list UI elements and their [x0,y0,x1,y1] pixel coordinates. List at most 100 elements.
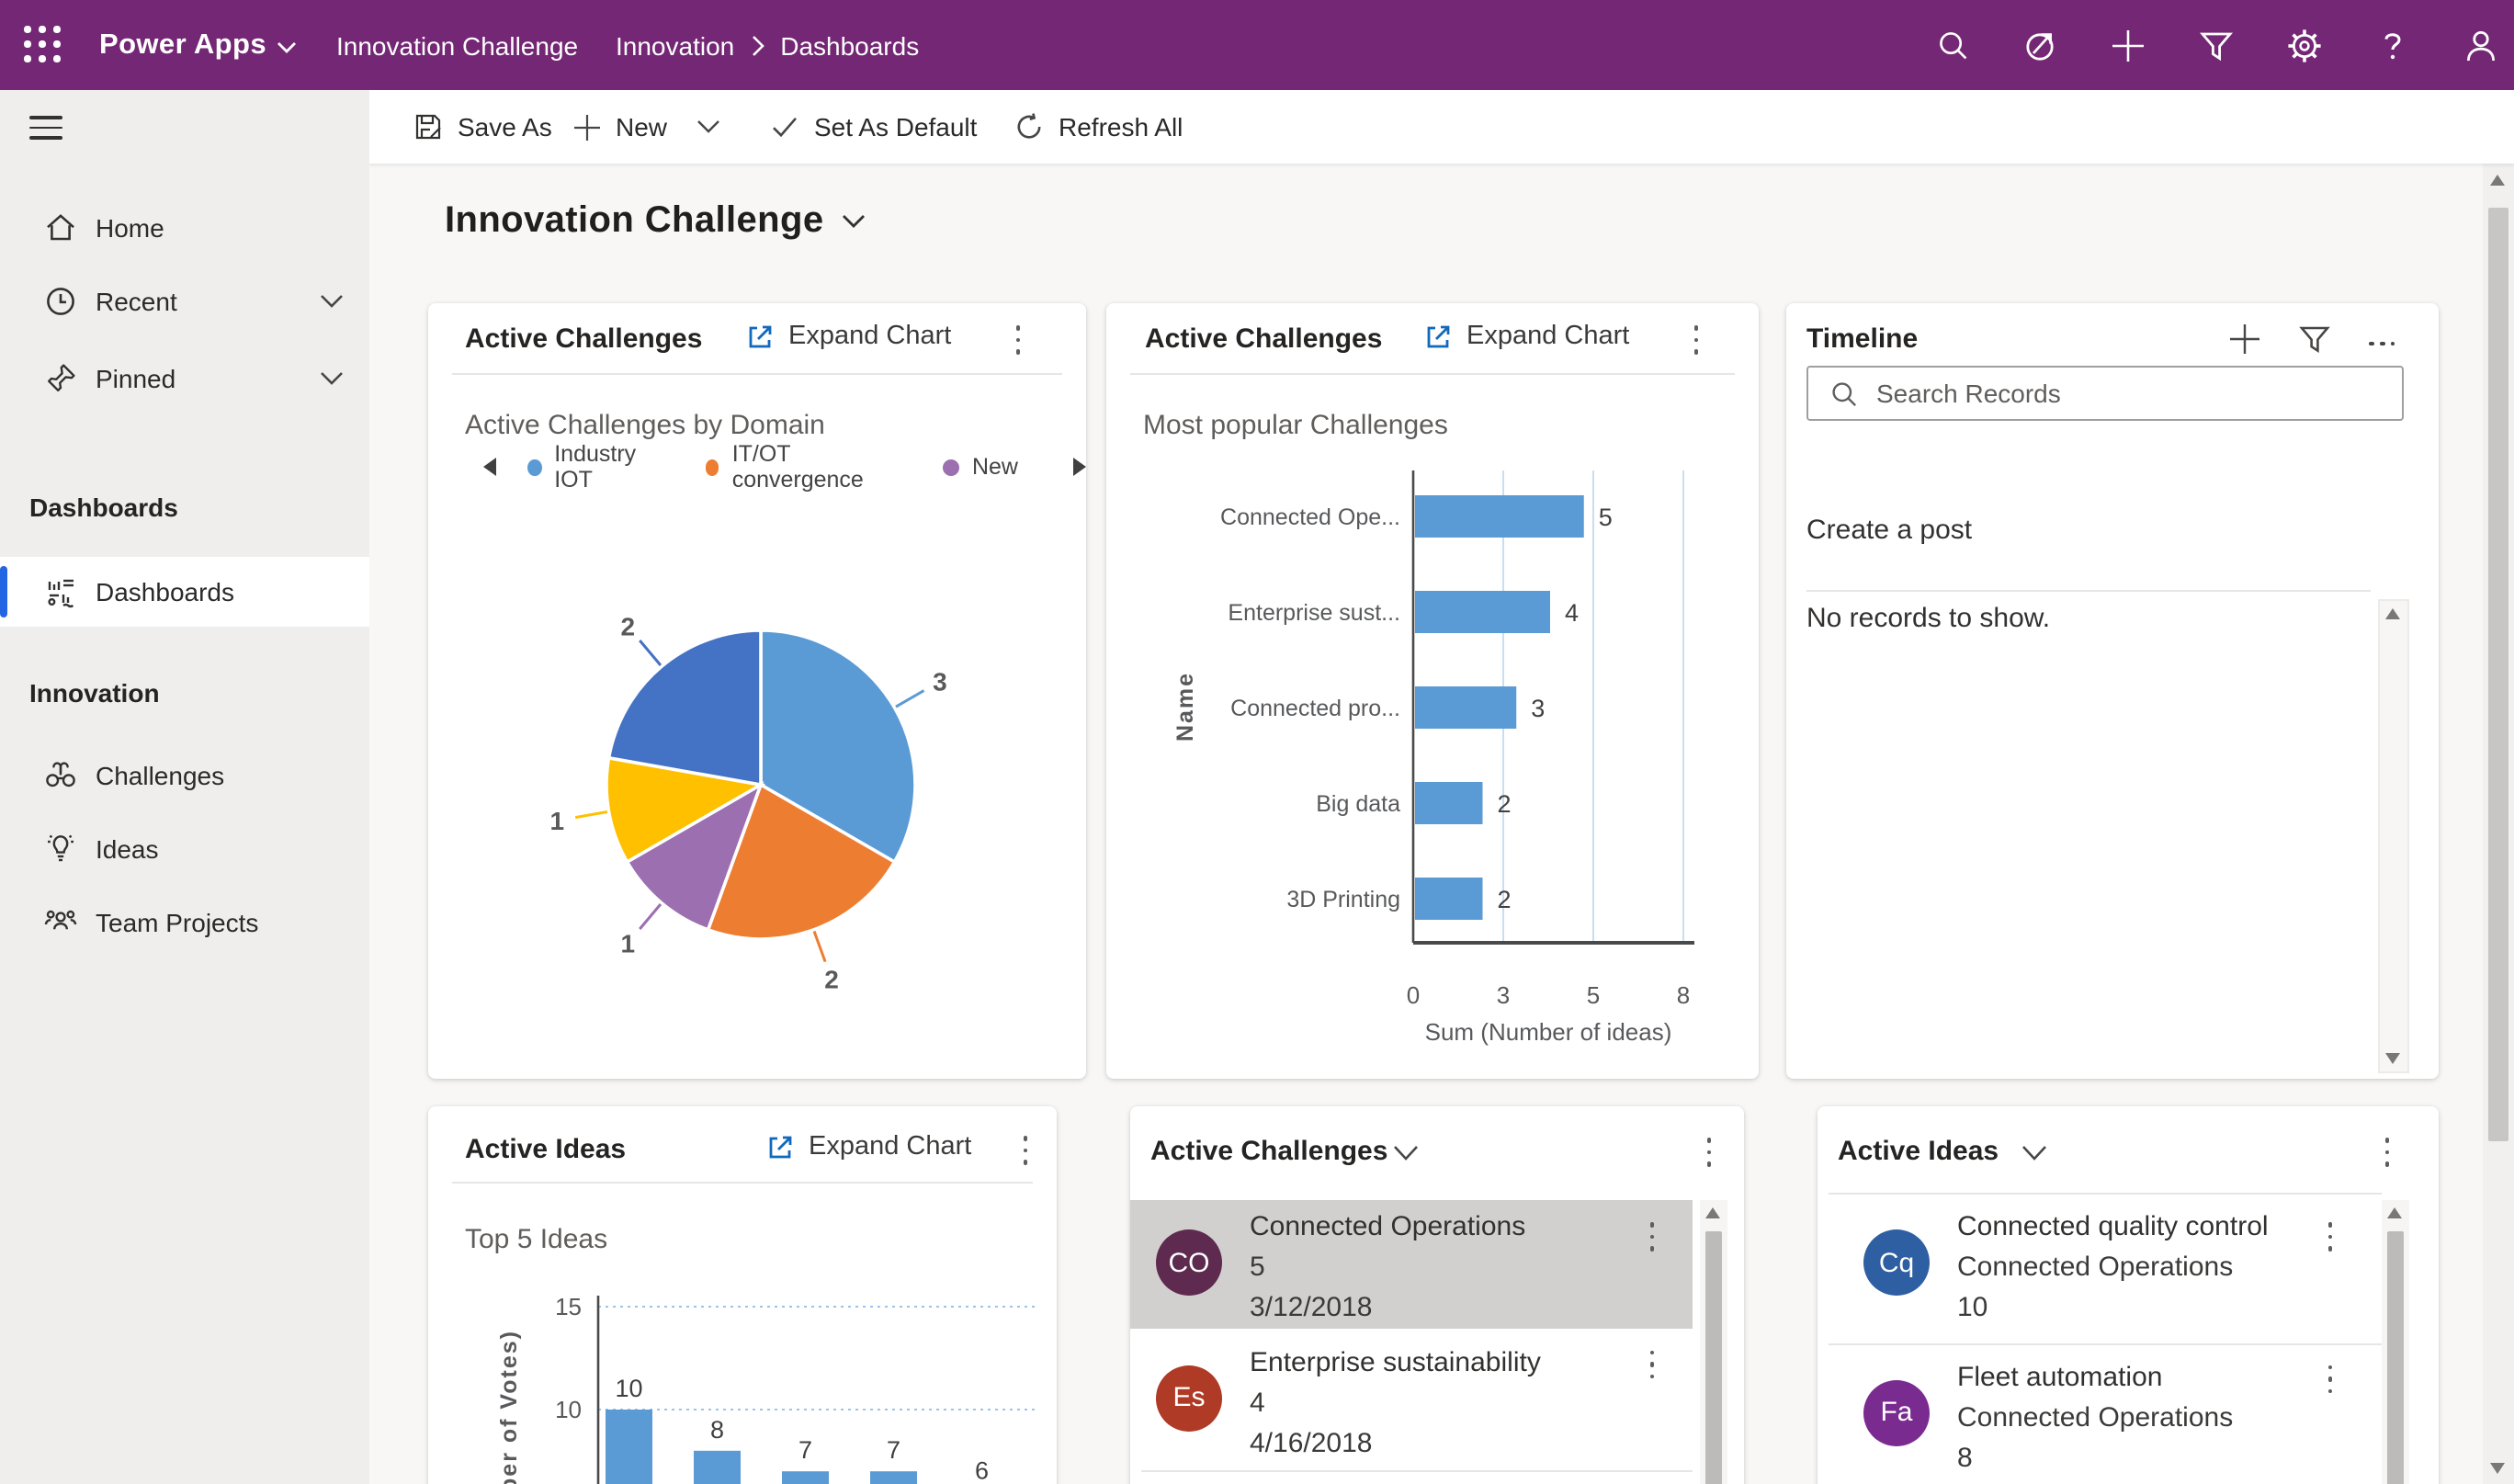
chevron-down-icon[interactable] [696,119,720,134]
account-person-icon[interactable] [2463,27,2499,63]
list-item-fleet-automation[interactable]: Fa Fleet automation Connected Operations… [1818,1342,2382,1484]
svg-text:Enterprise sust...: Enterprise sust... [1228,600,1400,626]
svg-text:Big data: Big data [1316,791,1400,817]
record-date: 3/12/2018 [1250,1292,1373,1323]
list-item-connected-operations[interactable]: CO Connected Operations 5 3/12/2018 [1130,1200,1693,1328]
svg-text:3: 3 [1497,981,1510,1009]
chevron-down-icon [843,215,866,228]
dashboard-selector[interactable]: Innovation Challenge [445,200,866,243]
more-commands-icon[interactable] [1683,325,1709,355]
help-icon[interactable] [2374,27,2411,63]
settings-gear-icon[interactable] [2286,27,2323,63]
timeline-add-icon[interactable] [2229,323,2260,364]
card-title: Active Challenges [465,323,703,355]
new-button[interactable]: New [572,90,720,164]
list-scrollbar[interactable] [1700,1200,1727,1484]
scroll-up-icon[interactable] [2386,1207,2401,1218]
expand-chart-button[interactable]: Expand Chart [766,1132,971,1161]
svg-text:6: 6 [975,1457,989,1484]
breadcrumb-innovation[interactable]: Innovation [616,30,734,60]
scrollbar-thumb[interactable] [2488,208,2508,1141]
sidebar-item-recent[interactable]: Recent [0,266,369,336]
svg-text:1: 1 [550,807,565,835]
record-value: 10 [1957,1292,1988,1323]
sidebar-item-team-projects[interactable]: Team Projects [0,888,369,957]
card-title: Active Challenges [1145,323,1383,355]
sidebar-item-ideas[interactable]: Ideas [0,814,369,884]
app-name-chevron-down-icon[interactable] [276,40,298,55]
scroll-up-icon[interactable] [2384,608,2399,619]
save-as-button[interactable]: Save As [413,90,552,164]
row-more-icon[interactable] [2317,1222,2343,1252]
divider [1130,373,1735,375]
home-icon [44,211,77,244]
svg-text:0: 0 [1407,981,1420,1009]
search-records-input[interactable] [1873,377,2402,410]
avatar: Es [1156,1365,1222,1431]
scroll-down-icon[interactable] [2384,1053,2399,1064]
app-launcher-waffle-icon[interactable] [24,26,62,64]
column-chart-top-5-ideas: 15 10 10 8 7 7 6 Sum (Number of Votes) [428,1281,1057,1484]
sidebar-item-label: Ideas [96,834,159,864]
scroll-up-icon[interactable] [1704,1207,1719,1218]
chevron-down-icon[interactable] [320,371,344,386]
svg-text:3: 3 [933,667,947,696]
more-commands-icon[interactable] [1013,1136,1038,1165]
expand-chart-button[interactable]: Expand Chart [1424,322,1629,351]
more-commands-icon[interactable] [1005,325,1031,355]
scrollbar-thumb[interactable] [1705,1231,1722,1484]
legend-item[interactable]: New [942,454,1018,480]
page-scrollbar[interactable] [2483,164,2514,1484]
more-commands-icon[interactable] [2374,1138,2400,1167]
timeline-search-box[interactable] [1806,366,2404,421]
binoculars-icon [44,759,77,792]
card-header: Active Challenges Expand Chart [1106,303,1759,373]
environment-name[interactable]: Innovation Challenge [336,0,578,90]
sidebar-item-dashboards[interactable]: Dashboards [0,557,369,627]
view-selector-chevron-down-icon[interactable] [2021,1145,2047,1161]
sidebar-item-home[interactable]: Home [0,193,369,263]
refresh-all-button[interactable]: Refresh All [1014,90,1183,164]
add-icon[interactable] [2110,27,2146,63]
breadcrumb-dashboards[interactable]: Dashboards [780,30,919,60]
legend-page-right-icon[interactable] [1073,458,1086,476]
timeline-filter-icon[interactable] [2299,323,2330,364]
legend-label: IT/OT convergence [731,441,864,493]
timeline-scrollbar[interactable] [2378,599,2409,1073]
expand-chart-button[interactable]: Expand Chart [746,322,951,351]
chevron-down-icon[interactable] [320,294,344,309]
row-more-icon[interactable] [1639,1222,1665,1252]
sidebar-item-challenges[interactable]: Challenges [0,741,369,810]
list-item-enterprise-sustainability[interactable]: Es Enterprise sustainability 4 4/16/2018 [1130,1328,1693,1470]
sidebar-section-dashboards: Dashboards [29,493,178,522]
card-active-ideas-chart: Active Ideas Expand Chart Top 5 Ideas 15… [428,1106,1057,1484]
chart-title: Most popular Challenges [1143,410,1448,441]
sidebar-collapse-icon[interactable] [29,116,62,140]
legend-page-left-icon[interactable] [483,458,496,476]
row-more-icon[interactable] [2317,1365,2343,1394]
record-value: 5 [1250,1252,1265,1283]
card-header: Active Challenges Expand Chart [428,303,1086,373]
refresh-icon [1014,112,1044,142]
search-icon[interactable] [1933,27,1970,63]
row-more-icon[interactable] [1639,1350,1665,1379]
card-header: Active Ideas Expand Chart [428,1106,1057,1182]
legend-item[interactable]: IT/OT convergence [705,441,899,493]
view-selector-chevron-down-icon[interactable] [1393,1145,1419,1161]
scroll-up-icon[interactable] [2490,175,2505,186]
insights-icon[interactable] [2021,27,2058,63]
scrollbar-thumb[interactable] [2387,1231,2404,1484]
bar-chart-most-popular-challenges: 5 Connected Ope... 4 Enterprise sust... 3 Con… [1106,459,1759,1079]
more-commands-icon[interactable] [2369,329,2398,358]
legend-item[interactable]: Industry IOT [527,441,661,493]
scroll-down-icon[interactable] [2490,1462,2505,1473]
sidebar-item-pinned[interactable]: Pinned [0,344,369,413]
add-icon [572,112,601,142]
card-header: Active Challenges [1130,1106,1744,1193]
list-item-connected-quality-control[interactable]: Cq Connected quality control Connected O… [1818,1200,2382,1342]
more-commands-icon[interactable] [1696,1138,1722,1167]
list-scrollbar[interactable] [2382,1200,2409,1484]
app-name[interactable]: Power Apps [99,0,266,90]
set-as-default-button[interactable]: Set As Default [770,90,977,164]
filter-icon[interactable] [2198,27,2235,63]
